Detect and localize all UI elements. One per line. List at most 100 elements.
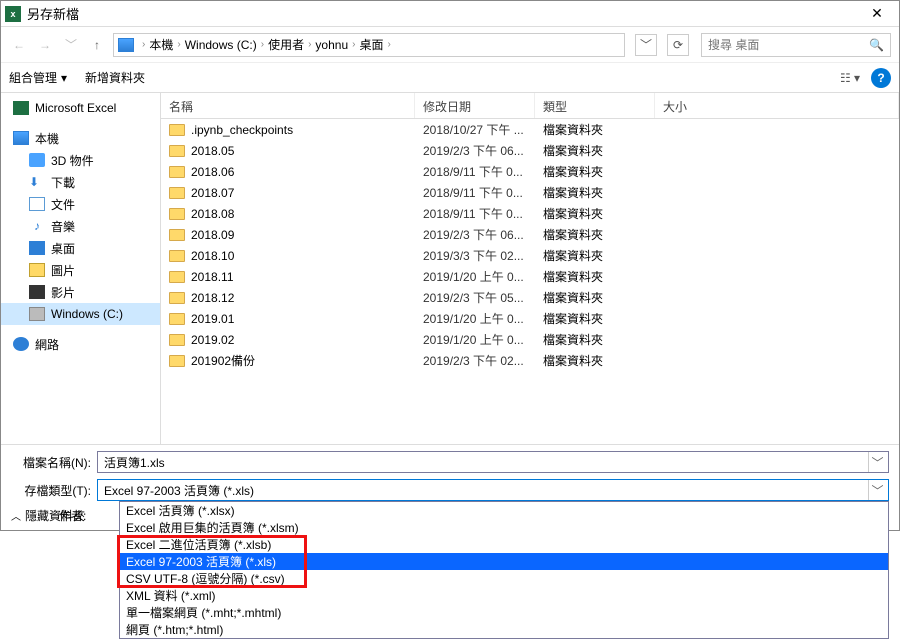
close-button[interactable]: ✕ bbox=[859, 5, 895, 22]
table-row[interactable]: 2019.022019/1/20 上午 0...檔案資料夾 bbox=[161, 329, 899, 350]
help-button[interactable]: ? bbox=[871, 68, 891, 88]
table-row[interactable]: 2018.072018/9/11 下午 0...檔案資料夾 bbox=[161, 182, 899, 203]
sidebar-item-music[interactable]: ♪ 音樂 bbox=[1, 215, 160, 237]
filetype-option[interactable]: XML 資料 (*.xml) bbox=[120, 587, 888, 604]
filetype-value: Excel 97-2003 活頁簿 (*.xls) bbox=[104, 482, 868, 499]
up-button[interactable]: ↑ bbox=[87, 35, 107, 55]
search-box[interactable]: 🔍 bbox=[701, 33, 891, 57]
file-name: 2018.05 bbox=[191, 144, 234, 158]
file-type: 檔案資料夾 bbox=[535, 331, 655, 348]
sidebar-item-thispc[interactable]: 本機 bbox=[1, 127, 160, 149]
sidebar-item-pictures[interactable]: 圖片 bbox=[1, 259, 160, 281]
table-row[interactable]: 2018.102019/3/3 下午 02...檔案資料夾 bbox=[161, 245, 899, 266]
pictures-icon bbox=[29, 263, 45, 277]
address-dropdown[interactable]: ﹀ bbox=[635, 34, 657, 56]
filetype-option[interactable]: Excel 活頁簿 (*.xlsx) bbox=[120, 502, 888, 519]
filetype-dropdown-list[interactable]: Excel 活頁簿 (*.xlsx)Excel 啟用巨集的活頁簿 (*.xlsm… bbox=[119, 501, 889, 639]
sidebar-item-label: 3D 物件 bbox=[51, 152, 94, 169]
sidebar-item-label: Microsoft Excel bbox=[35, 101, 116, 115]
cube-icon bbox=[29, 153, 45, 167]
sidebar: Microsoft Excel 本機 3D 物件 ⬇ 下載 文件 ♪ 音樂 bbox=[1, 93, 161, 444]
table-row[interactable]: 2018.062018/9/11 下午 0...檔案資料夾 bbox=[161, 161, 899, 182]
folder-icon bbox=[169, 229, 185, 241]
column-type[interactable]: 類型 bbox=[535, 93, 655, 118]
table-row[interactable]: 2018.112019/1/20 上午 0...檔案資料夾 bbox=[161, 266, 899, 287]
file-list: 名稱 修改日期 類型 大小 .ipynb_checkpoints2018/10/… bbox=[161, 93, 899, 444]
sidebar-item-network[interactable]: 網路 bbox=[1, 333, 160, 355]
sidebar-item-excel[interactable]: Microsoft Excel bbox=[1, 97, 160, 119]
table-row[interactable]: 2018.092019/2/3 下午 06...檔案資料夾 bbox=[161, 224, 899, 245]
table-row[interactable]: .ipynb_checkpoints2018/10/27 下午 ...檔案資料夾 bbox=[161, 119, 899, 140]
forward-button[interactable]: → bbox=[35, 35, 55, 55]
breadcrumb-label[interactable]: 桌面 bbox=[359, 36, 383, 53]
network-icon bbox=[13, 337, 29, 351]
breadcrumb-label[interactable]: 本機 bbox=[149, 36, 173, 53]
new-folder-button[interactable]: 新增資料夾 bbox=[85, 69, 145, 86]
navbar: ← → ﹀ ↑ › 本機 › Windows (C:) › 使用者 › yohn… bbox=[1, 27, 899, 63]
chevron-right-icon: › bbox=[142, 39, 145, 50]
address-bar[interactable]: › 本機 › Windows (C:) › 使用者 › yohnu › 桌面 › bbox=[113, 33, 625, 57]
file-name: 2018.10 bbox=[191, 249, 234, 263]
breadcrumb-label[interactable]: yohnu bbox=[315, 38, 348, 52]
folder-icon bbox=[169, 187, 185, 199]
table-row[interactable]: 2018.052019/2/3 下午 06...檔案資料夾 bbox=[161, 140, 899, 161]
chevron-right-icon: › bbox=[261, 39, 264, 50]
table-row[interactable]: 2018.12 2019/2/3 下午 05...檔案資料夾 bbox=[161, 287, 899, 308]
file-date: 2018/9/11 下午 0... bbox=[415, 184, 535, 201]
history-dropdown[interactable]: ﹀ bbox=[61, 35, 81, 55]
table-row[interactable]: 2019.012019/1/20 上午 0...檔案資料夾 bbox=[161, 308, 899, 329]
filetype-option[interactable]: Excel 二進位活頁簿 (*.xlsb) bbox=[120, 536, 888, 553]
folder-icon bbox=[169, 292, 185, 304]
music-icon: ♪ bbox=[29, 219, 45, 233]
file-type: 檔案資料夾 bbox=[535, 268, 655, 285]
hide-folders-label: 隱藏資料夾 bbox=[25, 507, 85, 524]
column-size[interactable]: 大小 bbox=[655, 93, 899, 118]
new-folder-label: 新增資料夾 bbox=[85, 69, 145, 86]
organize-button[interactable]: 組合管理 ▾ bbox=[9, 69, 67, 86]
filetype-option[interactable]: 網頁 (*.htm;*.html) bbox=[120, 621, 888, 638]
chevron-down-icon: ▾ bbox=[61, 71, 67, 85]
filetype-label: 存檔類型(T): bbox=[11, 482, 91, 499]
sidebar-item-drive-c[interactable]: Windows (C:) bbox=[1, 303, 160, 325]
chevron-down-icon[interactable]: ﹀ bbox=[868, 452, 886, 472]
file-type: 檔案資料夾 bbox=[535, 121, 655, 138]
sidebar-item-label: 下載 bbox=[51, 174, 75, 191]
filetype-option[interactable]: Excel 97-2003 活頁簿 (*.xls) bbox=[120, 553, 888, 570]
search-input[interactable] bbox=[708, 38, 865, 52]
file-date: 2019/2/3 下午 05... bbox=[415, 289, 535, 306]
sidebar-item-label: 圖片 bbox=[51, 262, 75, 279]
file-name: 2018.12 bbox=[191, 291, 234, 305]
column-date[interactable]: 修改日期 bbox=[415, 93, 535, 118]
filetype-option[interactable]: Excel 啟用巨集的活頁簿 (*.xlsm) bbox=[120, 519, 888, 536]
table-row[interactable]: 201902備份2019/2/3 下午 02...檔案資料夾 bbox=[161, 350, 899, 371]
breadcrumb: Windows (C:) bbox=[185, 38, 257, 52]
sidebar-item-videos[interactable]: 影片 bbox=[1, 281, 160, 303]
refresh-button[interactable]: ⟳ bbox=[667, 34, 689, 56]
toolbar: 組合管理 ▾ 新增資料夾 ☷ ▾ ? bbox=[1, 63, 899, 93]
organize-label: 組合管理 bbox=[9, 69, 57, 86]
file-rows: .ipynb_checkpoints2018/10/27 下午 ...檔案資料夾… bbox=[161, 119, 899, 444]
filetype-option[interactable]: 單一檔案網頁 (*.mht;*.mhtml) bbox=[120, 604, 888, 621]
file-type: 檔案資料夾 bbox=[535, 142, 655, 159]
breadcrumb-label[interactable]: Windows (C:) bbox=[185, 38, 257, 52]
file-date: 2019/1/20 上午 0... bbox=[415, 331, 535, 348]
filetype-select[interactable]: Excel 97-2003 活頁簿 (*.xls) ﹀ bbox=[97, 479, 889, 501]
chevron-right-icon: › bbox=[177, 39, 180, 50]
hide-folders-toggle[interactable]: ︿ 隱藏資料夾 bbox=[1, 501, 95, 530]
sidebar-item-downloads[interactable]: ⬇ 下載 bbox=[1, 171, 160, 193]
table-row[interactable]: 2018.082018/9/11 下午 0...檔案資料夾 bbox=[161, 203, 899, 224]
breadcrumb-label[interactable]: 使用者 bbox=[268, 36, 304, 53]
folder-icon bbox=[169, 166, 185, 178]
filename-input[interactable]: 活頁簿1.xls ﹀ bbox=[97, 451, 889, 473]
chevron-down-icon[interactable]: ﹀ bbox=[868, 480, 886, 500]
sidebar-item-3d[interactable]: 3D 物件 bbox=[1, 149, 160, 171]
file-type: 檔案資料夾 bbox=[535, 289, 655, 306]
column-name[interactable]: 名稱 bbox=[161, 93, 415, 118]
view-mode-button[interactable]: ☷ ▾ bbox=[837, 68, 863, 88]
filetype-option[interactable]: CSV UTF-8 (逗號分隔) (*.csv) bbox=[120, 570, 888, 587]
file-type: 檔案資料夾 bbox=[535, 184, 655, 201]
column-headers: 名稱 修改日期 類型 大小 bbox=[161, 93, 899, 119]
sidebar-item-documents[interactable]: 文件 bbox=[1, 193, 160, 215]
back-button[interactable]: ← bbox=[9, 35, 29, 55]
sidebar-item-desktop[interactable]: 桌面 bbox=[1, 237, 160, 259]
